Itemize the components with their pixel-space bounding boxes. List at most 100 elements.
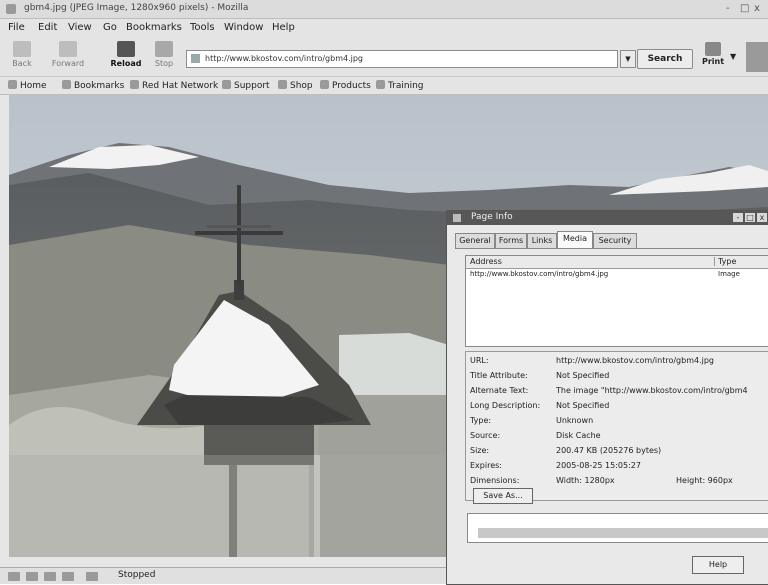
bookmark-shop-label: Shop: [290, 81, 313, 91]
security-lock-icon: [86, 572, 98, 581]
close-button[interactable]: x: [754, 3, 760, 14]
list-item[interactable]: http://www.bkostov.com/intro/gbm4.jpg Im…: [466, 269, 768, 280]
dialog-menu-icon[interactable]: [453, 214, 461, 222]
mail-icon[interactable]: [26, 572, 38, 581]
forward-label: Forward: [51, 59, 85, 68]
media-list-header: Address Type: [466, 256, 768, 269]
prop-label: Type:: [470, 416, 492, 425]
page-info-dialog: Page Info - □ x General Forms Links Medi…: [446, 210, 768, 585]
url-input[interactable]: [205, 52, 605, 65]
prop-value: Disk Cache: [556, 431, 601, 440]
bookmark-support[interactable]: Support: [222, 80, 270, 91]
media-address: http://www.bkostov.com/intro/gbm4.jpg: [470, 270, 609, 278]
prop-label: Title Attribute:: [470, 371, 528, 380]
menu-bar: File Edit View Go Bookmarks Tools Window…: [0, 19, 768, 37]
stop-label: Stop: [154, 59, 174, 68]
bookmark-red-hat-network[interactable]: Red Hat Network: [130, 80, 218, 91]
save-as-button[interactable]: Save As...: [473, 488, 533, 504]
browser-window: gbm4.jpg (JPEG Image, 1280x960 pixels) -…: [0, 0, 768, 585]
folder-icon: [376, 80, 385, 89]
navigation-toolbar: Back Forward Reload Stop ▼ Search Print …: [0, 38, 768, 77]
back-button[interactable]: Back: [4, 41, 40, 73]
maximize-button[interactable]: □: [740, 3, 749, 14]
composer-icon[interactable]: [44, 572, 56, 581]
bookmark-bookmarks[interactable]: Bookmarks: [62, 80, 124, 91]
window-menu-icon[interactable]: [6, 4, 16, 14]
menu-bookmarks[interactable]: Bookmarks: [126, 22, 182, 33]
tab-general[interactable]: General: [455, 233, 495, 248]
bookmark-training[interactable]: Training: [376, 80, 424, 91]
prop-label: Expires:: [470, 461, 502, 470]
search-button[interactable]: Search: [637, 49, 693, 69]
bookmark-shop[interactable]: Shop: [278, 80, 313, 91]
url-bar[interactable]: [186, 50, 618, 68]
bookmark-bookmarks-label: Bookmarks: [74, 81, 125, 91]
menu-go[interactable]: Go: [103, 22, 117, 33]
column-header-address[interactable]: Address: [470, 257, 502, 266]
stop-icon: [155, 41, 173, 57]
menu-file[interactable]: File: [8, 22, 25, 33]
prop-value: Unknown: [556, 416, 594, 425]
dialog-minimize-button[interactable]: -: [733, 213, 743, 222]
prop-label: URL:: [470, 356, 489, 365]
menu-tools[interactable]: Tools: [190, 22, 215, 33]
help-label: Help: [708, 560, 728, 569]
menu-window[interactable]: Window: [224, 22, 263, 33]
dialog-close-button[interactable]: x: [757, 213, 767, 222]
home-icon: [8, 80, 17, 89]
dialog-maximize-button[interactable]: □: [745, 213, 755, 222]
title-bar: gbm4.jpg (JPEG Image, 1280x960 pixels) -…: [0, 0, 768, 19]
printer-icon: [705, 42, 721, 56]
menu-edit[interactable]: Edit: [38, 22, 57, 33]
forward-button[interactable]: Forward: [50, 41, 86, 73]
back-label: Back: [12, 59, 32, 68]
prop-label: Long Description:: [470, 401, 541, 410]
prop-label: Alternate Text:: [470, 386, 529, 395]
reload-label: Reload: [110, 59, 142, 68]
status-text: Stopped: [118, 570, 156, 580]
column-header-type[interactable]: Type: [714, 257, 736, 266]
prop-value: Not Specified: [556, 401, 610, 410]
media-list[interactable]: Address Type http://www.bkostov.com/intr…: [465, 255, 768, 347]
prop-label: Source:: [470, 431, 501, 440]
address-book-icon[interactable]: [62, 572, 74, 581]
tab-media[interactable]: Media: [557, 231, 593, 248]
dialog-title-bar[interactable]: Page Info - □ x: [447, 211, 768, 225]
folder-icon: [278, 80, 287, 89]
prop-value: http://www.bkostov.com/intro/gbm4.jpg: [556, 356, 714, 365]
tab-forms[interactable]: Forms: [495, 233, 527, 248]
bookmark-home[interactable]: Home: [8, 80, 47, 91]
reload-icon: [117, 41, 135, 57]
dialog-title: Page Info: [471, 212, 513, 222]
folder-icon: [222, 80, 231, 89]
help-button[interactable]: Help: [692, 556, 744, 574]
print-label: Print: [701, 57, 725, 66]
prop-label: Size:: [470, 446, 490, 455]
personal-toolbar: Home Bookmarks Red Hat Network Support S…: [0, 77, 768, 95]
media-type: Image: [718, 270, 740, 278]
bookmarks-icon: [62, 80, 71, 89]
print-dropdown-icon[interactable]: ▼: [730, 52, 736, 61]
forward-arrow-icon: [59, 41, 77, 57]
reload-button[interactable]: Reload: [108, 41, 144, 73]
stop-button[interactable]: Stop: [146, 41, 182, 73]
tab-security[interactable]: Security: [593, 233, 637, 248]
url-history-dropdown[interactable]: ▼: [620, 50, 636, 68]
bookmark-products-label: Products: [332, 81, 371, 91]
throbber-icon[interactable]: [746, 42, 768, 72]
search-button-label: Search: [647, 54, 683, 64]
tab-links[interactable]: Links: [527, 233, 557, 248]
bookmark-products[interactable]: Products: [320, 80, 371, 91]
bookmark-support-label: Support: [234, 81, 270, 91]
prop-value: 200.47 KB (205276 bytes): [556, 446, 662, 455]
bookmark-training-label: Training: [388, 81, 424, 91]
minimize-button[interactable]: -: [726, 3, 730, 14]
prop-value-height: Height: 960px: [676, 476, 733, 485]
menu-help[interactable]: Help: [272, 22, 295, 33]
print-button[interactable]: Print: [700, 42, 726, 72]
menu-view[interactable]: View: [68, 22, 92, 33]
bookmark-home-label: Home: [20, 81, 47, 91]
prop-value: Not Specified: [556, 371, 610, 380]
navigator-icon[interactable]: [8, 572, 20, 581]
media-preview: [467, 513, 768, 543]
